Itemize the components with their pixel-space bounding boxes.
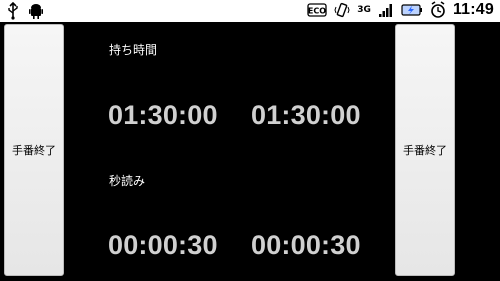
- status-bar-left: [6, 1, 44, 20]
- end-turn-button-right[interactable]: 手番終了: [395, 24, 455, 276]
- player1-remaining-time: 01:30:00: [108, 100, 218, 130]
- eco-icon: ECO: [307, 1, 327, 19]
- usb-icon: [6, 1, 22, 20]
- status-bar-right: ECO 3G 11:49: [307, 1, 494, 19]
- signal-icon: [378, 1, 394, 19]
- player2-byoyomi-time: 00:00:30: [251, 230, 361, 260]
- vibrate-icon: [334, 1, 350, 19]
- status-time: 11:49: [452, 1, 494, 18]
- player1-byoyomi-time: 00:00:30: [108, 230, 218, 260]
- status-bar: ECO 3G 11:49: [0, 0, 500, 22]
- end-turn-button-right-label: 手番終了: [403, 144, 447, 157]
- battery-icon: [401, 1, 423, 19]
- svg-text:ECO: ECO: [308, 7, 326, 16]
- network-type-label: 3G: [357, 4, 371, 15]
- alarm-icon: [430, 1, 446, 19]
- end-turn-button-left-label: 手番終了: [12, 144, 56, 157]
- remaining-time-label: 持ち時間: [109, 43, 158, 57]
- player2-remaining-time: 01:30:00: [251, 100, 361, 130]
- end-turn-button-left[interactable]: 手番終了: [4, 24, 64, 276]
- android-icon: [28, 2, 44, 20]
- byoyomi-label: 秒読み: [109, 174, 146, 188]
